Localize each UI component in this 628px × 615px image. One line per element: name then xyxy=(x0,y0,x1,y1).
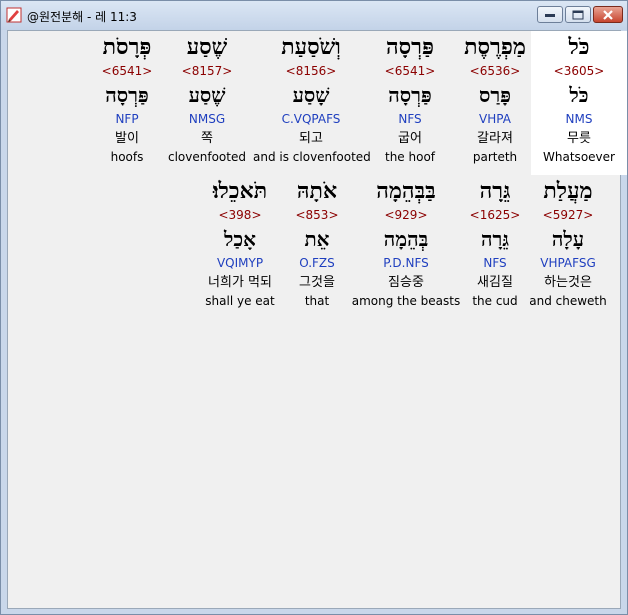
hebrew-word: כֹּל xyxy=(568,34,590,60)
morphology-code: C.VQPAFS xyxy=(281,112,341,126)
hebrew-root: גֵּרָה xyxy=(481,227,509,251)
english-gloss: and is clovenfooted xyxy=(253,150,371,164)
hebrew-root: פָּרַס xyxy=(478,83,512,107)
word-cell[interactable]: פְּרָסֹת <6541> פַּרְסָה NFP 발이 hoofs xyxy=(79,31,175,175)
hebrew-word: וְשֹׁסַעַת xyxy=(281,34,341,60)
window-title: @원전분해 - 레 11:3 xyxy=(27,10,137,24)
strong-number[interactable]: <8156> xyxy=(263,63,359,79)
morphology-code: P.D.NFS xyxy=(383,256,429,270)
word-cell[interactable]: פַּרְסָה <6541> פַּרְסָה NFS 굽어 the hoof xyxy=(362,31,458,175)
strong-number[interactable]: <929> xyxy=(358,207,454,223)
word-cell[interactable]: וְשֹׁסַעַת <8156> שָׁסַע C.VQPAFS 되고 and… xyxy=(253,31,371,175)
hebrew-word: מַפְרֶסֶת xyxy=(464,34,526,60)
strong-number[interactable]: <6541> xyxy=(362,63,458,79)
morphology-code: VQIMYP xyxy=(216,256,264,270)
english-gloss: hoofs xyxy=(110,150,144,164)
morphology-code: NFP xyxy=(115,112,139,126)
maximize-button[interactable] xyxy=(565,6,591,23)
korean-gloss: 새김질 xyxy=(477,275,513,290)
maximize-icon xyxy=(572,10,584,19)
korean-gloss: 무릇 xyxy=(567,131,591,146)
app-icon xyxy=(6,7,22,23)
korean-gloss: 갈라져 xyxy=(477,131,513,146)
strong-number[interactable]: <398> xyxy=(192,207,288,223)
minimize-button[interactable] xyxy=(537,6,563,23)
korean-gloss: 짐승중 xyxy=(388,275,424,290)
morphology-code: NMS xyxy=(565,112,593,126)
hebrew-root: פַּרְסָה xyxy=(388,83,432,107)
korean-gloss: 너희가 먹되 xyxy=(208,275,272,290)
hebrew-word: פְּרָסֹת xyxy=(102,34,152,60)
verse-analysis-panel: כֹּל <3605> כֹּל NMS 무릇 Whatsoever מַפְר… xyxy=(7,30,627,609)
close-icon xyxy=(603,9,613,20)
close-button[interactable] xyxy=(593,6,623,23)
hebrew-word: בַּבְּהֵמָה xyxy=(376,178,436,204)
hebrew-root: בְּהֵמָה xyxy=(383,227,429,251)
korean-gloss: 굽어 xyxy=(398,131,422,146)
morphology-code: NFS xyxy=(483,256,507,270)
title-bar[interactable]: @원전분해 - 레 11:3 xyxy=(1,1,627,30)
hebrew-root: פַּרְסָה xyxy=(105,83,149,107)
hebrew-root: אָכַל xyxy=(224,227,256,251)
strong-number[interactable]: <3605> xyxy=(531,63,627,79)
hebrew-word: תֹּאכֵלוּ׃ xyxy=(212,178,268,204)
strong-number[interactable]: <1625> xyxy=(447,207,543,223)
hebrew-root: שָׁסַע xyxy=(292,83,330,107)
app-window: @원전분해 - 레 11:3 כֹּל <3605> כֹּל NMS 무릇 W… xyxy=(0,0,628,615)
morphology-code: VHPA xyxy=(479,112,511,126)
word-cell[interactable]: תֹּאכֵלוּ׃ <398> אָכַל VQIMYP 너희가 먹되 sha… xyxy=(192,175,288,319)
hebrew-root: כֹּל xyxy=(569,83,589,107)
morphology-code: NFS xyxy=(398,112,422,126)
hebrew-word: פַּרְסָה xyxy=(386,34,434,60)
hebrew-word: גֵּרָה xyxy=(479,178,511,204)
minimize-icon xyxy=(545,13,555,17)
english-gloss: shall ye eat xyxy=(205,294,275,308)
korean-gloss: 되고 xyxy=(299,131,323,146)
strong-number[interactable]: <6541> xyxy=(79,63,175,79)
strong-number[interactable]: <6536> xyxy=(447,63,543,79)
korean-gloss: 발이 xyxy=(115,131,139,146)
